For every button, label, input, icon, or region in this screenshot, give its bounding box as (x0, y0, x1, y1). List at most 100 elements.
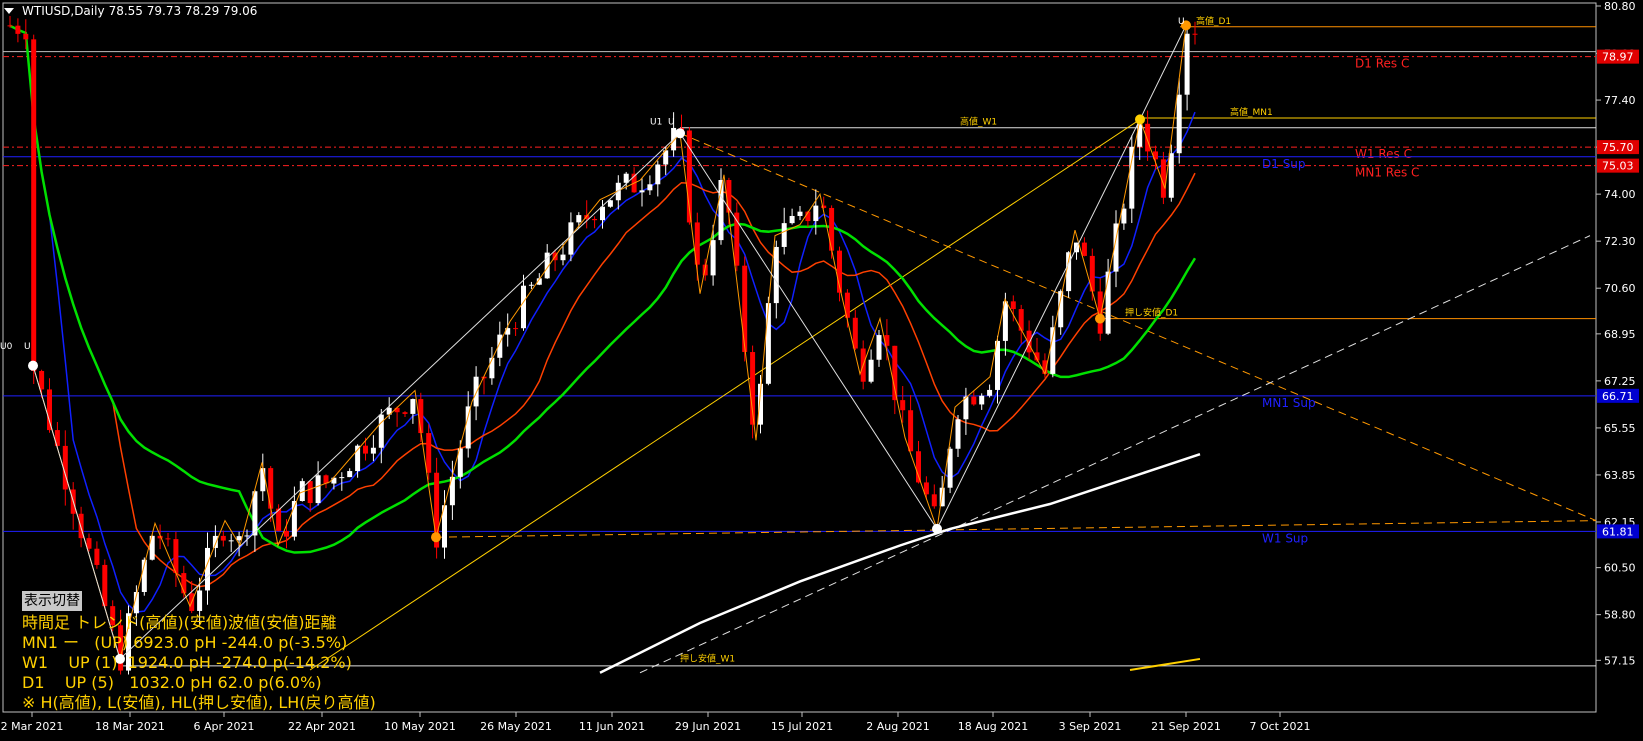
candle-body (1176, 94, 1182, 154)
price-badge-label: 61.81 (1602, 525, 1634, 538)
symbol-label: WTIUSD,Daily (22, 4, 105, 18)
price-badge-label: 75.03 (1602, 160, 1634, 173)
candle-body (1168, 153, 1174, 198)
candle-body (331, 477, 337, 484)
candle-body (315, 475, 321, 504)
y-tick-label: 74.00 (1604, 188, 1636, 201)
candle-body (7, 25, 13, 27)
candle-body (742, 265, 748, 353)
candle-body (394, 407, 400, 413)
candle-body (39, 370, 45, 390)
candle-body (47, 389, 52, 431)
candle-body (1145, 123, 1151, 152)
candle-body (205, 547, 210, 591)
candle-body (600, 206, 605, 221)
candle-body (15, 25, 21, 34)
candle-body (94, 548, 100, 565)
candle-body (623, 173, 629, 183)
candle-body (829, 207, 835, 251)
candle-body (773, 246, 779, 304)
level-label: D1 Sup (1262, 157, 1306, 171)
candle-body (979, 395, 985, 405)
price-axis[interactable]: 80.8079.0977.4075.7074.0072.3070.6068.95… (1596, 0, 1636, 667)
chart-tag: 高値_MN1 (1230, 106, 1273, 118)
candle-body (765, 303, 771, 384)
y-tick-label: 80.80 (1604, 0, 1636, 13)
y-tick-label: 70.60 (1604, 282, 1636, 295)
x-tick-label: 18 Mar 2021 (95, 720, 165, 733)
chart-tag: 高値_D1 (1196, 15, 1231, 27)
y-tick-label: 60.50 (1604, 562, 1636, 575)
info-line-header: 時間足 トレンド(高値)(安値)波値(安値)距離 (22, 613, 337, 632)
x-tick-label: 21 Sep 2021 (1151, 720, 1221, 733)
pivot-dot (1095, 313, 1105, 324)
x-tick-label: 11 Jun 2021 (579, 720, 645, 733)
candle-body (31, 39, 37, 371)
info-line-legend: ※ H(高値), L(安値), HL(押し安値), LH(戻り高値) (22, 693, 376, 712)
candle-body (347, 471, 353, 478)
x-tick-label: 6 Apr 2021 (193, 720, 254, 733)
candle-body (402, 412, 408, 414)
candle-body (284, 530, 289, 537)
chart-tag: U0 (0, 342, 13, 352)
chart-tag: U (1178, 17, 1185, 27)
x-tick-label: 15 Jul 2021 (771, 720, 833, 733)
y-tick-label: 57.15 (1604, 654, 1636, 667)
candle-body (252, 491, 258, 536)
y-tick-label: 72.30 (1604, 235, 1636, 248)
candle-body (521, 285, 526, 329)
candle-body (963, 396, 969, 420)
candle-body (339, 477, 345, 479)
candle-body (228, 540, 234, 542)
candle-body (560, 254, 566, 261)
candle-body (220, 535, 226, 541)
y-tick-label: 58.80 (1604, 609, 1636, 622)
level-label: W1 Sup (1262, 531, 1308, 545)
candle-body (781, 223, 787, 247)
toggle-display-button[interactable]: 表示切替 (22, 591, 82, 611)
x-tick-label: 7 Oct 2021 (1249, 720, 1310, 733)
candle-body (165, 538, 171, 540)
candle-body (971, 396, 977, 405)
price-badge-label: 78.97 (1602, 51, 1634, 64)
candle-body (513, 328, 519, 330)
candle-body (1129, 146, 1135, 209)
time-axis[interactable]: 2 Mar 2021 18 Mar 2021 6 Apr 2021 22 Apr 20… (1, 712, 1311, 733)
candle-body (592, 218, 598, 221)
level-label: D1 Res C (1355, 57, 1409, 71)
candle-body (852, 317, 858, 349)
candle-body (260, 468, 266, 492)
price-badge-label: 75.70 (1602, 141, 1634, 154)
chevron-down-icon[interactable] (4, 8, 14, 14)
candle-body (1010, 301, 1016, 310)
candle-body (908, 410, 914, 452)
candle-body (647, 184, 653, 191)
pivot-dot (1135, 114, 1145, 125)
candle-body (1018, 309, 1024, 331)
chart-tag: 高値_W1 (960, 116, 997, 128)
candle-body (931, 494, 937, 507)
pivot-dot (431, 532, 441, 543)
y-tick-label: 63.85 (1604, 469, 1636, 482)
candle-body (236, 536, 242, 541)
candle-body (868, 359, 874, 382)
pivot-dot (932, 523, 942, 534)
info-line-mn1: MN1 ー (UP) 6923.0 pH -244.0 p(-3.5%) (22, 633, 348, 652)
candle-body (489, 357, 495, 379)
candle-body (465, 406, 471, 449)
ohlc-values: 78.55 79.73 78.29 79.06 (108, 4, 258, 18)
x-tick-label: 26 May 2021 (480, 720, 552, 733)
pivot-dot (675, 128, 685, 139)
y-tick-label: 68.95 (1604, 328, 1636, 341)
candle-body (1081, 242, 1087, 256)
candle-body (363, 445, 368, 454)
x-tick-label: 2 Mar 2021 (1, 720, 64, 733)
y-tick-label: 77.40 (1604, 94, 1636, 107)
candle-body (821, 205, 827, 208)
pivot-dot (28, 360, 38, 371)
chart-tag: 押し安値_D1 (1125, 307, 1178, 319)
candle-body (410, 399, 416, 414)
candle-body (1184, 33, 1190, 95)
trend-info-panel: 表示切替 時間足 トレンド(高値)(安値)波値(安値)距離 MN1 ー (UP)… (22, 590, 376, 713)
chart-header: WTIUSD,Daily 78.55 79.73 78.29 79.06 (4, 4, 257, 18)
